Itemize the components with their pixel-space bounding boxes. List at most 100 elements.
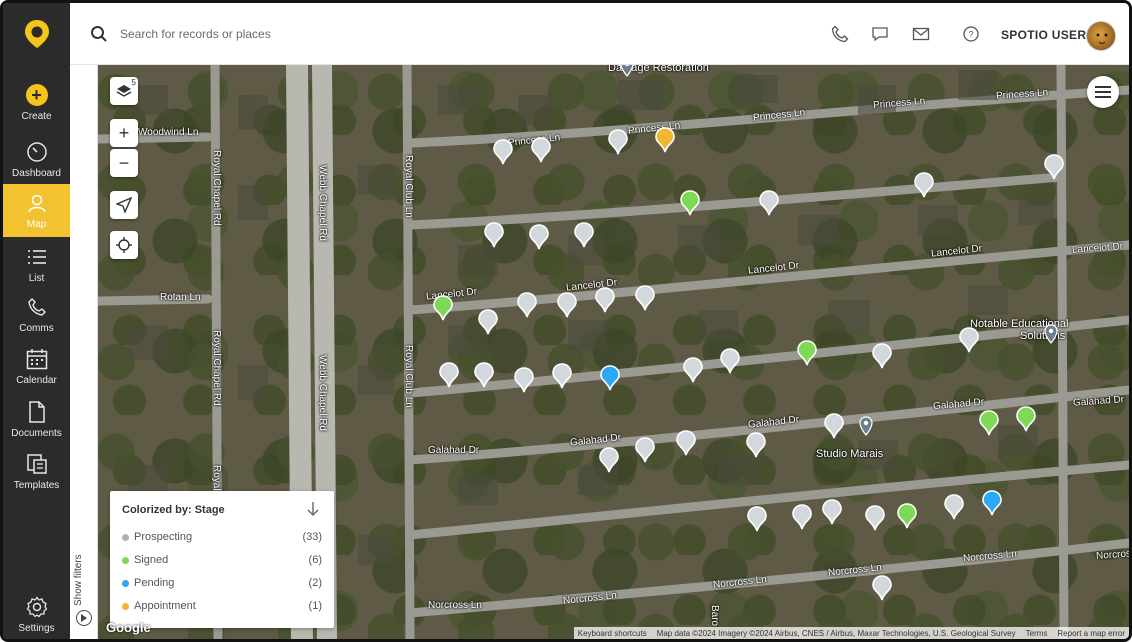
sidebar-item-create[interactable]: + Create [3,79,70,125]
legend-row-signed[interactable]: Signed (6) [122,553,322,569]
map-pin-icon [822,499,842,525]
terms-link[interactable]: Terms [1026,629,1048,638]
record-pin-prospecting[interactable] [747,506,767,532]
record-pin-signed[interactable] [680,190,700,216]
place-pin[interactable] [617,65,637,80]
map-pin-icon [608,129,628,155]
record-pin-prospecting[interactable] [824,413,844,439]
record-pin-prospecting[interactable] [474,362,494,388]
record-pin-prospecting[interactable] [484,222,504,248]
sidebar-item-calendar[interactable]: Calendar [3,343,70,389]
legend-row-appointment[interactable]: Appointment (1) [122,599,322,615]
record-pin-prospecting[interactable] [746,432,766,458]
map-pin-icon [599,447,619,473]
record-pin-prospecting[interactable] [635,285,655,311]
sidebar-item-map[interactable]: Map [3,184,70,237]
record-pin-prospecting[interactable] [529,224,549,250]
my-location-button[interactable] [110,231,138,259]
record-pin-prospecting[interactable] [865,505,885,531]
record-pin-prospecting[interactable] [872,343,892,369]
layers-button[interactable]: 5 [110,77,138,105]
sidebar-item-settings[interactable]: Settings [3,591,70,637]
street-label: Baro [709,605,720,627]
phone-icon[interactable] [831,25,849,43]
collapse-legend-icon[interactable] [306,501,320,517]
record-pin-prospecting[interactable] [531,137,551,163]
record-pin-prospecting[interactable] [552,363,572,389]
street-label: Norcross Ln [428,600,482,611]
spotio-logo[interactable] [3,3,70,65]
legend-row-pending[interactable]: Pending (2) [122,576,322,592]
map-pin-icon [746,432,766,458]
sidebar-item-list[interactable]: List [3,243,70,285]
record-pin-prospecting[interactable] [517,292,537,318]
record-pin-signed[interactable] [1016,406,1036,432]
record-pin-prospecting[interactable] [792,504,812,530]
legend-dot [122,557,129,564]
record-pin-prospecting[interactable] [959,327,979,353]
record-pin-prospecting[interactable] [493,139,513,165]
poi-label[interactable]: Studio Marais [816,448,883,460]
place-pin[interactable] [856,413,876,439]
sidebar-item-documents[interactable]: Documents [3,396,70,442]
sidebar-item-dashboard[interactable]: Dashboard [3,133,70,185]
navigation-arrow-icon [116,197,132,213]
expand-filters-icon[interactable] [76,610,92,626]
map-menu-button[interactable] [1087,76,1119,108]
sidebar-item-comms[interactable]: Comms [3,293,70,335]
show-filters-toggle[interactable]: Show filters [73,545,95,615]
record-pin-signed[interactable] [897,503,917,529]
mail-icon[interactable] [912,25,930,43]
record-pin-signed[interactable] [979,410,999,436]
record-pin-signed[interactable] [797,340,817,366]
record-pin-prospecting[interactable] [478,309,498,335]
search-input[interactable] [120,21,620,47]
sidebar-item-templates[interactable]: Templates [3,448,70,494]
record-pin-signed[interactable] [433,295,453,321]
help-icon[interactable]: ? [962,25,980,43]
record-pin-prospecting[interactable] [557,292,577,318]
report-map-error-link[interactable]: Report a map error [1057,629,1125,638]
map-pin-icon [944,494,964,520]
record-pin-prospecting[interactable] [822,499,842,525]
user-name[interactable]: SPOTIO USER [1001,28,1086,42]
record-pin-prospecting[interactable] [439,362,459,388]
record-pin-prospecting[interactable] [872,575,892,601]
record-pin-prospecting[interactable] [683,357,703,383]
street-label: Webb Chapel Rd [317,165,328,241]
legend-row-prospecting[interactable]: Prospecting (33) [122,530,322,546]
record-pin-appointment[interactable] [655,127,675,153]
place-pin[interactable] [1041,321,1061,347]
map-view[interactable]: Woodwind Ln Rotan Ln Royal Chapel Rd Roy… [98,65,1129,639]
record-pin-prospecting[interactable] [599,447,619,473]
map-pin-icon [979,410,999,436]
record-pin-prospecting[interactable] [720,348,740,374]
plus-icon: + [118,122,130,143]
record-pin-prospecting[interactable] [595,287,615,313]
record-pin-prospecting[interactable] [759,190,779,216]
street-label: Royal Chapel Rd [211,330,222,406]
map-pin-icon [759,190,779,216]
record-pin-prospecting[interactable] [914,172,934,198]
navigate-button[interactable] [110,191,138,219]
record-pin-prospecting[interactable] [514,367,534,393]
record-pin-prospecting[interactable] [635,437,655,463]
record-pin-prospecting[interactable] [1044,154,1064,180]
record-pin-prospecting[interactable] [944,494,964,520]
record-pin-pending[interactable] [600,365,620,391]
map-pin-icon [1044,154,1064,180]
map-pin-icon [959,327,979,353]
street-label: Royal Club Ln [403,155,414,218]
keyboard-shortcuts-link[interactable]: Keyboard shortcuts [578,629,647,638]
record-pin-prospecting[interactable] [608,129,628,155]
zoom-out-button[interactable]: − [110,149,138,177]
search-icon[interactable] [90,25,108,43]
map-pin-icon [439,362,459,388]
chat-icon[interactable] [871,25,889,43]
record-pin-prospecting[interactable] [574,222,594,248]
record-pin-prospecting[interactable] [676,430,696,456]
map-pin-icon [1044,324,1058,344]
record-pin-pending[interactable] [982,490,1002,516]
zoom-in-button[interactable]: + [110,119,138,147]
avatar[interactable] [1086,21,1116,51]
